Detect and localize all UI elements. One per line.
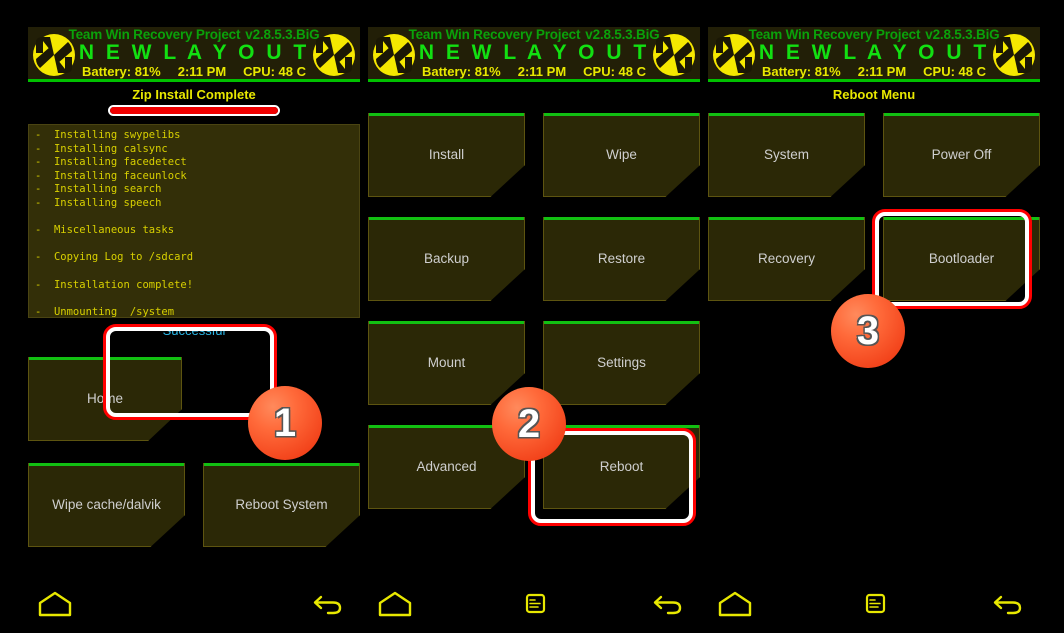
step-badge-2-number: 2: [517, 401, 541, 446]
mount-label: Mount: [427, 355, 466, 370]
step-badge-3-number: 3: [856, 308, 880, 353]
cpu-status: CPU: 48 C: [923, 64, 987, 79]
panel1-caption: Zip Install Complete: [132, 87, 256, 102]
mount-button[interactable]: Mount: [368, 321, 525, 405]
step-badge-1: 1: [248, 386, 322, 460]
header-text-block: Team Win Recovery Project v2.8.5.3.BiG N …: [69, 27, 320, 79]
step-badge-2: 2: [492, 387, 566, 461]
header-version: v2.8.5.3.BiG: [245, 27, 320, 42]
reboot-button[interactable]: Reboot: [543, 425, 700, 509]
backup-label: Backup: [423, 251, 470, 266]
wipe-cache-dalvik-button[interactable]: Wipe cache/dalvik: [28, 463, 185, 547]
home-icon[interactable]: [38, 589, 72, 619]
header-text-block: Team Win Recovery Project v2.8.5.3.BiG N …: [409, 27, 660, 79]
header-title: Team Win Recovery Project v2.8.5.3.BiG: [749, 27, 1000, 42]
restore-label: Restore: [597, 251, 646, 266]
twrp-recycle-icon: [312, 33, 356, 77]
reboot-row-2: Recovery Bootloader: [708, 217, 1040, 301]
wipe-button[interactable]: Wipe: [543, 113, 700, 197]
back-icon[interactable]: [651, 589, 685, 619]
menu-row-1: Install Wipe: [368, 113, 700, 197]
header-layout-banner: N E W L A Y O U T: [78, 41, 310, 64]
panel-main-menu: Team Win Recovery Project v2.8.5.3.BiG N …: [364, 27, 704, 605]
header-text-block: Team Win Recovery Project v2.8.5.3.BiG N …: [749, 27, 1000, 79]
home-icon[interactable]: [718, 589, 752, 619]
reboot-label: Reboot: [599, 459, 644, 474]
header-status-row: Battery: 81% 2:11 PM CPU: 48 C: [422, 64, 646, 79]
header-version: v2.8.5.3.BiG: [585, 27, 660, 42]
battery-status: Battery: 81%: [761, 64, 841, 79]
step-badge-3: 3: [831, 294, 905, 368]
install-button[interactable]: Install: [368, 113, 525, 197]
twrp-recycle-icon: [992, 33, 1036, 77]
cpu-status: CPU: 48 C: [243, 64, 307, 79]
clock: 2:11 PM: [177, 64, 227, 79]
advanced-label: Advanced: [416, 459, 477, 474]
wipe-label: Wipe: [606, 147, 637, 162]
menu-icon[interactable]: [518, 589, 552, 619]
header-title-text: Team Win Recovery Project: [68, 27, 241, 42]
back-icon[interactable]: [311, 589, 345, 619]
header-title: Team Win Recovery Project v2.8.5.3.BiG: [69, 27, 320, 42]
twrp-header: Team Win Recovery Project v2.8.5.3.BiG N …: [28, 27, 360, 82]
home-icon[interactable]: [378, 589, 412, 619]
twrp-screenshot: Team Win Recovery Project v2.8.5.3.BiG N …: [0, 0, 1064, 633]
twrp-header: Team Win Recovery Project v2.8.5.3.BiG N …: [708, 27, 1040, 82]
settings-button[interactable]: Settings: [543, 321, 700, 405]
wipe-cache-dalvik-label: Wipe cache/dalvik: [52, 497, 161, 512]
reboot-system-option-button[interactable]: System: [708, 113, 865, 197]
install-status-text: Successful: [162, 323, 226, 338]
recovery-button[interactable]: Recovery: [708, 217, 865, 301]
power-off-label: Power Off: [931, 147, 992, 162]
header-version: v2.8.5.3.BiG: [925, 27, 1000, 42]
restore-button[interactable]: Restore: [543, 217, 700, 301]
battery-status: Battery: 81%: [421, 64, 501, 79]
header-status-row: Battery: 81% 2:11 PM CPU: 48 C: [762, 64, 986, 79]
power-off-button[interactable]: Power Off: [883, 113, 1040, 197]
header-layout-banner: N E W L A Y O U T: [758, 41, 990, 64]
battery-status: Battery: 81%: [81, 64, 161, 79]
header-title-text: Team Win Recovery Project: [408, 27, 581, 42]
recovery-label: Recovery: [757, 251, 816, 266]
menu-row-2: Backup Restore: [368, 217, 700, 301]
reboot-system-button[interactable]: Reboot System: [203, 463, 360, 547]
settings-label: Settings: [597, 355, 646, 370]
reboot-system-option-label: System: [763, 147, 809, 162]
header-layout-banner: N E W L A Y O U T: [418, 41, 650, 64]
home-button-label: Home: [86, 391, 123, 406]
panel3-caption: Reboot Menu: [832, 87, 916, 102]
header-title-text: Team Win Recovery Project: [748, 27, 921, 42]
install-progress-bar: [108, 105, 280, 116]
install-label: Install: [428, 147, 465, 162]
twrp-recycle-icon: [652, 33, 696, 77]
back-icon[interactable]: [991, 589, 1025, 619]
step-badge-1-number: 1: [273, 400, 297, 445]
install-progress-fill: [110, 107, 278, 114]
panel-install-complete: Team Win Recovery Project v2.8.5.3.BiG N …: [24, 27, 364, 605]
backup-button[interactable]: Backup: [368, 217, 525, 301]
bootloader-label: Bootloader: [928, 251, 995, 266]
reboot-row-1: System Power Off: [708, 113, 1040, 197]
header-title: Team Win Recovery Project v2.8.5.3.BiG: [409, 27, 660, 42]
reboot-system-label: Reboot System: [235, 497, 328, 512]
cpu-status: CPU: 48 C: [583, 64, 647, 79]
menu-icon[interactable]: [858, 589, 892, 619]
header-status-row: Battery: 81% 2:11 PM CPU: 48 C: [82, 64, 306, 79]
twrp-header: Team Win Recovery Project v2.8.5.3.BiG N …: [368, 27, 700, 82]
install-log-console[interactable]: - Installing swypelibs - Installing cals…: [28, 124, 360, 318]
clock: 2:11 PM: [857, 64, 907, 79]
bootloader-button[interactable]: Bootloader: [883, 217, 1040, 301]
panel2-caption: [364, 87, 704, 103]
clock: 2:11 PM: [517, 64, 567, 79]
home-button[interactable]: Home: [28, 357, 182, 441]
android-navigation-bar: [0, 571, 1064, 633]
